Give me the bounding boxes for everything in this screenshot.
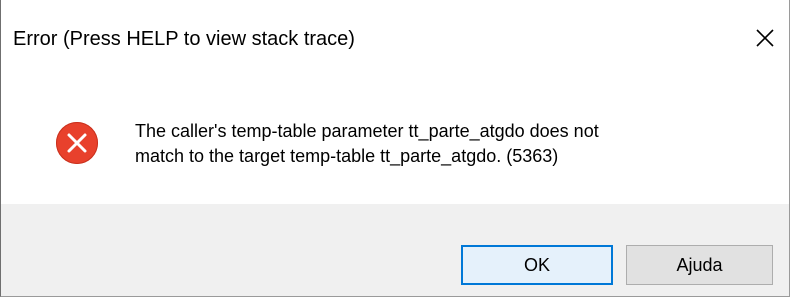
error-dialog: Error (Press HELP to view stack trace) T… [0,0,790,297]
error-message: The caller's temp-table parameter tt_par… [135,119,775,169]
close-button[interactable] [741,16,789,60]
error-message-line-1: The caller's temp-table parameter tt_par… [135,121,599,141]
error-message-line-2: match to the target temp-table tt_parte_… [135,146,559,166]
close-icon [756,29,774,47]
ok-button[interactable]: OK [461,245,613,285]
window-title: Error (Press HELP to view stack trace) [13,28,355,50]
dialog-content: The caller's temp-table parameter tt_par… [1,80,789,204]
error-circle-x-icon [56,122,98,164]
help-button[interactable]: Ajuda [626,245,773,285]
title-bar: Error (Press HELP to view stack trace) [1,0,789,80]
button-bar: OK Ajuda [1,204,789,296]
